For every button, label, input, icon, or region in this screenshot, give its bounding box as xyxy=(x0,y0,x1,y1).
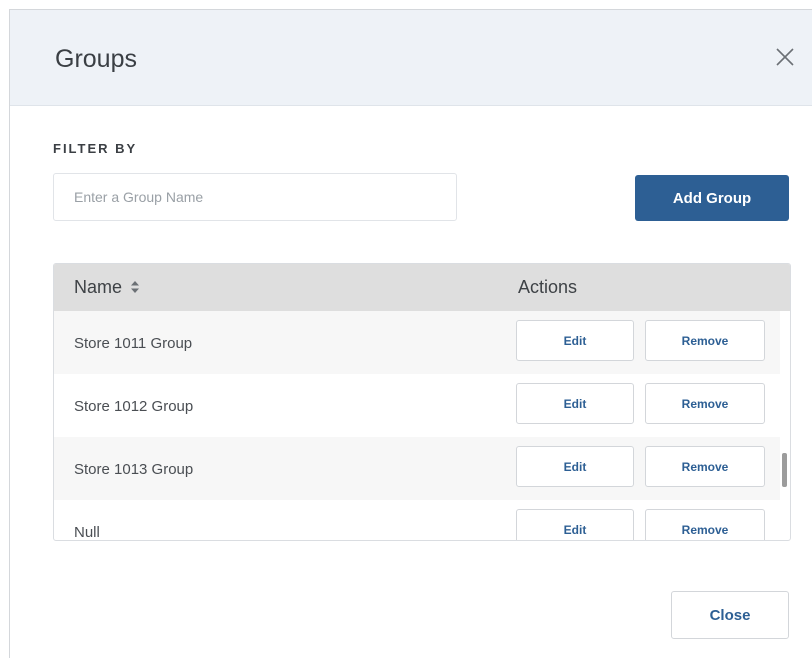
table-body: Store 1011 Group Edit Remove Store 1012 … xyxy=(54,311,780,541)
close-button[interactable]: Close xyxy=(671,591,789,639)
edit-button[interactable]: Edit xyxy=(516,446,634,487)
add-group-button[interactable]: Add Group xyxy=(635,175,789,221)
remove-button[interactable]: Remove xyxy=(645,509,765,540)
dialog-title: Groups xyxy=(55,45,137,73)
table-row: Null Edit Remove xyxy=(54,500,780,541)
scrollbar-thumb[interactable] xyxy=(782,453,787,487)
group-name: Store 1011 Group xyxy=(74,335,193,352)
remove-button[interactable]: Remove xyxy=(645,446,765,487)
column-header-name-label: Name xyxy=(74,277,123,297)
table-row: Store 1013 Group Edit Remove xyxy=(54,437,780,500)
table-row: Store 1012 Group Edit Remove xyxy=(54,374,780,437)
groups-table: Name Actions Store 1011 Group Edit Remov… xyxy=(53,263,791,541)
column-header-actions: Actions xyxy=(518,277,578,297)
dialog-header: Groups xyxy=(10,10,812,106)
table-header: Name Actions xyxy=(54,264,790,311)
group-name: Store 1013 Group xyxy=(74,461,194,478)
sort-icon[interactable] xyxy=(130,278,140,293)
table-scrollbar[interactable] xyxy=(781,311,790,540)
close-icon[interactable] xyxy=(772,44,798,70)
group-name: Store 1012 Group xyxy=(74,398,194,415)
group-name: Null xyxy=(74,524,100,541)
filter-label: FILTER BY xyxy=(53,141,138,156)
table-row: Store 1011 Group Edit Remove xyxy=(54,311,780,374)
remove-button[interactable]: Remove xyxy=(645,320,765,361)
edit-button[interactable]: Edit xyxy=(516,320,634,361)
group-name-filter-input[interactable] xyxy=(53,173,457,221)
remove-button[interactable]: Remove xyxy=(645,383,765,424)
column-header-name[interactable]: Name xyxy=(74,277,140,298)
edit-button[interactable]: Edit xyxy=(516,383,634,424)
groups-dialog: Groups FILTER BY Add Group Name Actions … xyxy=(9,9,812,658)
edit-button[interactable]: Edit xyxy=(516,509,634,540)
